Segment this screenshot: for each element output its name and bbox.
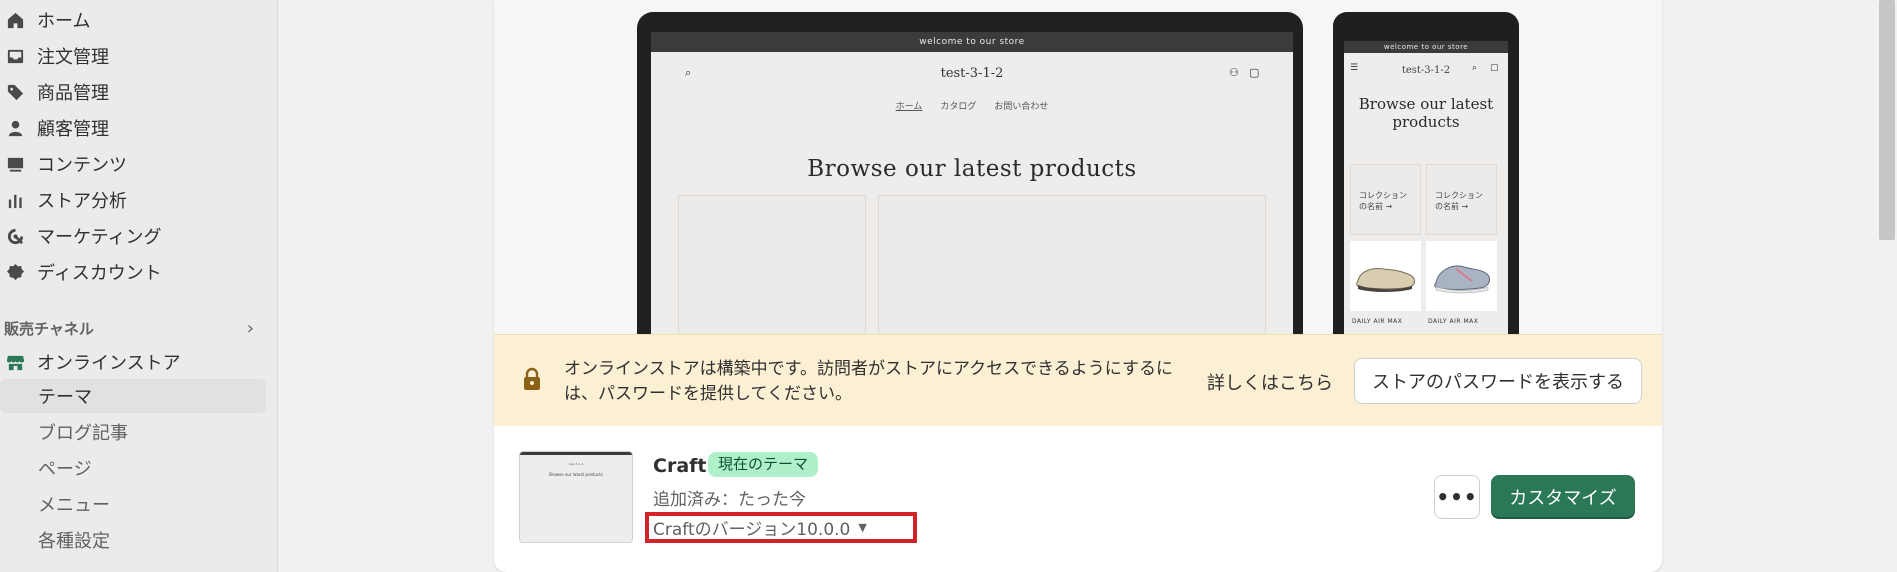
cart-icon: ▢ — [1490, 63, 1499, 73]
chevron-right-icon: › — [246, 317, 254, 339]
sidebar: ホーム 注文管理 商品管理 顧客管理 コンテンツ ストア分析 マーケティング デ… — [0, 0, 278, 572]
mobile-preview: welcome to our store ☰ test-3-1-2 ⌕ ▢ Br… — [1333, 12, 1519, 334]
nav-content[interactable]: コンテンツ — [0, 148, 266, 180]
theme-added-time: 追加済み：たった今 — [653, 490, 806, 510]
lock-icon — [522, 367, 542, 391]
nav-customers[interactable]: 顧客管理 — [0, 112, 266, 144]
nav-orders[interactable]: 注文管理 — [0, 40, 266, 72]
sub-item-label: ブログ記事 — [38, 423, 128, 444]
product-image — [1426, 241, 1497, 311]
nav-label: マーケティング — [37, 227, 162, 248]
store-name: test-3-1-2 — [940, 66, 1004, 81]
store-menu: ホーム カタログ お問い合わせ — [651, 99, 1293, 112]
nav-label: ディスカウント — [37, 263, 162, 284]
sub-item-blog[interactable]: ブログ記事 — [0, 415, 266, 449]
sub-item-menu[interactable]: メニュー — [0, 487, 266, 521]
show-password-button[interactable]: ストアのパスワードを表示する — [1354, 358, 1642, 404]
collection-label: コレクション — [1359, 191, 1407, 200]
theme-thumbnail: test-3-1-2 Browse our latest products — [519, 451, 633, 543]
home-icon — [5, 10, 25, 30]
announcement-bar: welcome to our store — [1344, 41, 1508, 53]
desktop-screen: welcome to our store ⌕ test-3-1-2 ⚇ ▢ ホー… — [651, 32, 1293, 334]
sub-item-label: 各種設定 — [38, 531, 110, 552]
theme-name: Craft — [653, 455, 707, 477]
nav-label: ストア分析 — [37, 191, 127, 212]
inbox-icon — [5, 46, 25, 66]
nav-home[interactable]: ホーム — [0, 4, 266, 36]
learn-more-link[interactable]: 詳しくはこちら — [1207, 369, 1333, 395]
theme-version-dropdown[interactable]: Craftのバージョン10.0.0 ▼ — [653, 515, 867, 540]
nav-products[interactable]: 商品管理 — [0, 76, 266, 108]
account-icon: ⚇ — [1229, 66, 1239, 79]
collection-placeholder — [678, 195, 866, 334]
collection-label: の名前 → — [1359, 202, 1393, 211]
collection-card: コレクション の名前 → — [1350, 164, 1421, 235]
announcement-bar: welcome to our store — [651, 32, 1293, 52]
banner-message: オンラインストアは構築中です。訪問者がストアにアクセスできるようにするには、パス… — [564, 359, 1173, 404]
thumbnail-store-name: test-3-1-2 — [568, 462, 584, 466]
theme-version-label: Craftのバージョン10.0.0 — [653, 520, 851, 540]
current-theme-badge: 現在のテーマ — [708, 452, 819, 477]
collection-card: コレクション の名前 → — [1426, 164, 1497, 235]
tag-icon — [5, 82, 25, 102]
nav-label: ホーム — [37, 11, 91, 32]
collection-placeholder — [878, 195, 1266, 334]
theme-preview[interactable]: welcome to our store ⌕ test-3-1-2 ⚇ ▢ ホー… — [494, 0, 1662, 334]
password-warning-banner: オンラインストアは構築中です。訪問者がストアにアクセスできるようにするには、パス… — [494, 334, 1662, 426]
sub-item-label: メニュー — [38, 495, 110, 516]
store-headline: Browse our latest products — [1358, 95, 1494, 131]
menu-contact: お問い合わせ — [994, 102, 1049, 112]
caret-down-icon: ▼ — [858, 521, 867, 534]
sub-item-theme[interactable]: テーマ — [0, 379, 266, 413]
sub-item-label: ページ — [38, 459, 92, 480]
desktop-preview: welcome to our store ⌕ test-3-1-2 ⚇ ▢ ホー… — [637, 12, 1303, 334]
sales-channels-label: 販売チャネル — [4, 319, 94, 338]
product-label: DAILY AIR MAX — [1428, 318, 1479, 325]
theme-card: welcome to our store ⌕ test-3-1-2 ⚇ ▢ ホー… — [494, 0, 1662, 572]
sales-channels-header[interactable]: 販売チャネル › — [4, 316, 254, 340]
nav-label: 顧客管理 — [37, 119, 109, 140]
person-icon — [5, 118, 25, 138]
sub-item-settings[interactable]: 各種設定 — [0, 523, 266, 557]
nav-label: コンテンツ — [37, 155, 127, 176]
store-name: test-3-1-2 — [1401, 65, 1451, 76]
product-label: DAILY AIR MAX — [1352, 318, 1403, 325]
menu-home: ホーム — [895, 102, 923, 112]
store-icon — [5, 352, 25, 372]
more-actions-button[interactable]: ••• — [1434, 475, 1480, 519]
search-icon: ⌕ — [1472, 63, 1478, 73]
scrollbar-thumb[interactable] — [1879, 0, 1895, 240]
target-icon — [5, 226, 25, 246]
bar-chart-icon — [5, 190, 25, 210]
collection-label: の名前 → — [1435, 202, 1469, 211]
thumbnail-headline: Browse our latest products — [549, 472, 603, 477]
nav-online-store[interactable]: オンラインストア — [0, 346, 266, 378]
nav-discounts[interactable]: ディスカウント — [0, 256, 266, 288]
product-image — [1350, 241, 1421, 311]
cart-icon: ▢ — [1249, 66, 1260, 79]
image-icon — [5, 154, 25, 174]
nav-label: 商品管理 — [37, 83, 109, 104]
collection-label: コレクション — [1435, 191, 1483, 200]
menu-catalog: カタログ — [940, 102, 977, 112]
nav-label: 注文管理 — [37, 47, 109, 68]
discount-icon — [5, 262, 25, 282]
nav-marketing[interactable]: マーケティング — [0, 220, 266, 252]
sub-item-label: テーマ — [38, 387, 92, 408]
nav-analytics[interactable]: ストア分析 — [0, 184, 266, 216]
nav-label: オンラインストア — [37, 353, 181, 374]
mobile-screen: welcome to our store ☰ test-3-1-2 ⌕ ▢ Br… — [1344, 41, 1508, 334]
customize-button[interactable]: カスタマイズ — [1491, 475, 1635, 519]
store-headline: Browse our latest products — [807, 156, 1137, 182]
sub-item-pages[interactable]: ページ — [0, 451, 266, 485]
